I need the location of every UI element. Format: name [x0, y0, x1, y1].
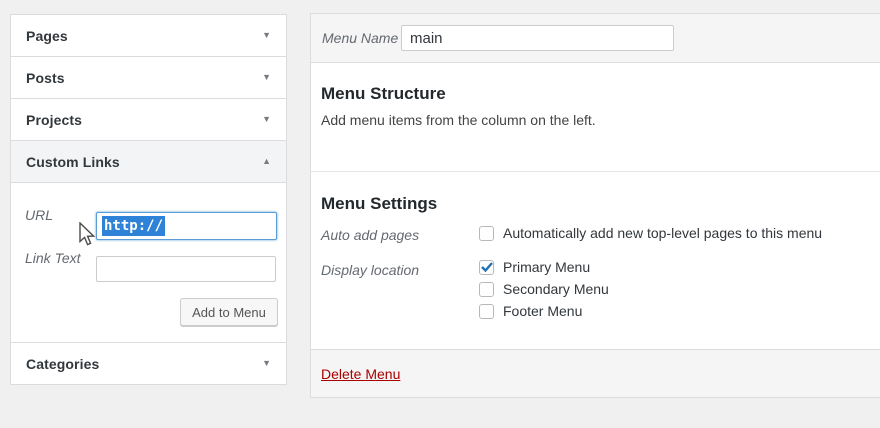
accordion-posts-label: Posts: [26, 70, 65, 86]
menus-admin-screen: { "sidebar": { "panels": [ { "label": "P…: [0, 0, 880, 428]
footer-menu-checkbox-label: Footer Menu: [503, 303, 582, 319]
footer-menu-checkbox[interactable]: [479, 304, 494, 319]
url-input-selected-text: http://: [102, 216, 165, 236]
auto-add-pages-row: Automatically add new top-level pages to…: [479, 225, 822, 241]
link-text-field-label: Link Text: [25, 250, 81, 266]
section-divider: [311, 171, 880, 172]
accordion-custom-links-label: Custom Links: [26, 154, 120, 170]
accordion-categories[interactable]: Categories ▼: [10, 342, 287, 385]
accordion-posts[interactable]: Posts ▼: [10, 56, 287, 99]
menu-name-input[interactable]: [401, 25, 674, 51]
accordion-projects[interactable]: Projects ▼: [10, 98, 287, 141]
display-location-secondary-row: Secondary Menu: [479, 281, 609, 297]
accordion-projects-label: Projects: [26, 112, 82, 128]
menu-editor-body: Menu Structure Add menu items from the c…: [311, 63, 880, 350]
display-location-footer-row: Footer Menu: [479, 303, 582, 319]
menu-structure-heading: Menu Structure: [321, 84, 446, 104]
menu-structure-description: Add menu items from the column on the le…: [321, 112, 596, 128]
menu-name-bar: Menu Name: [311, 14, 880, 63]
menu-items-sidebar: Pages ▼ Posts ▼ Projects ▼ Custom Links …: [10, 14, 287, 385]
delete-menu-link[interactable]: Delete Menu: [321, 366, 400, 382]
primary-menu-checkbox[interactable]: [479, 260, 494, 275]
add-to-menu-button[interactable]: Add to Menu: [180, 298, 278, 326]
chevron-down-icon: ▼: [262, 73, 271, 82]
secondary-menu-checkbox[interactable]: [479, 282, 494, 297]
accordion-pages[interactable]: Pages ▼: [10, 14, 287, 57]
chevron-up-icon: ▲: [262, 157, 271, 166]
menu-settings-heading: Menu Settings: [321, 194, 437, 214]
chevron-down-icon: ▼: [262, 359, 271, 368]
checkmark-icon: [481, 262, 493, 272]
accordion-custom-links[interactable]: Custom Links ▲: [10, 140, 287, 183]
display-location-primary-row: Primary Menu: [479, 259, 590, 275]
auto-add-pages-checkbox[interactable]: [479, 226, 494, 241]
menu-footer-bar: Delete Menu: [311, 349, 880, 397]
url-input[interactable]: http://: [96, 212, 277, 240]
custom-links-panel: URL http:// Link Text Add to Menu: [10, 182, 287, 343]
link-text-input[interactable]: [96, 256, 276, 282]
url-field-label: URL: [25, 207, 53, 223]
auto-add-pages-checkbox-label: Automatically add new top-level pages to…: [503, 225, 822, 241]
primary-menu-checkbox-label: Primary Menu: [503, 259, 590, 275]
secondary-menu-checkbox-label: Secondary Menu: [503, 281, 609, 297]
accordion-categories-label: Categories: [26, 356, 99, 372]
auto-add-pages-label: Auto add pages: [321, 227, 471, 243]
display-location-label: Display location: [321, 262, 471, 278]
accordion-pages-label: Pages: [26, 28, 68, 44]
menu-name-label: Menu Name: [322, 30, 401, 46]
chevron-down-icon: ▼: [262, 31, 271, 40]
menu-editor-panel: Menu Name Menu Structure Add menu items …: [310, 13, 880, 398]
chevron-down-icon: ▼: [262, 115, 271, 124]
